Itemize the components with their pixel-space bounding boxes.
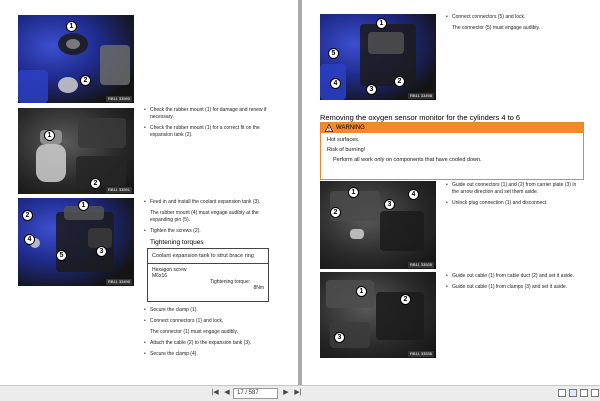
callout-2: 2 <box>394 76 405 87</box>
warning-bullet: Perform all work only on components that… <box>333 157 482 163</box>
step-guide-out-cable: Guide out cable (1) from cable duct (2) … <box>446 273 582 295</box>
step-check-rubber-mount: Check the rubber mount (1) for damage an… <box>144 107 270 143</box>
step-text: Guide out cable (1) from cable duct (2) … <box>446 273 582 280</box>
callout-3: 3 <box>96 246 107 257</box>
fullscreen-icon[interactable] <box>591 389 599 397</box>
callout-1: 1 <box>66 21 77 32</box>
document-page-right: 1 2 3 4 5 RB11 33498 Connect connectors … <box>302 0 600 386</box>
prev-page-button[interactable]: ◀ <box>222 388 232 398</box>
warning-label: WARNING <box>336 125 365 131</box>
warning-box: WARNING Hot surfaces. Risk of burning! P… <box>320 122 584 180</box>
callout-3: 3 <box>334 332 345 343</box>
step-text: Check the rubber mount (1) for damage an… <box>144 107 270 121</box>
step-text: Attach the cable (2) to the expansion ta… <box>144 340 270 347</box>
viewer-toolbar: |◀ ◀ 17 / 587 ▶ ▶| <box>0 385 600 401</box>
next-page-button[interactable]: ▶ <box>281 388 291 398</box>
torque-heading: Tightening torques <box>150 239 204 246</box>
callout-1: 1 <box>78 200 89 211</box>
photo-oxygen-sensor-connectors: 1 2 3 4 RB11 33535 <box>320 181 436 269</box>
step-text: Secure the clamp (4). <box>144 351 270 358</box>
document-page-left: 1 2 RB11 33590 1 2 RB11 33591 1 2 3 4 5 … <box>0 0 298 386</box>
step-text: Connect connectors (5) and lock. <box>446 14 582 21</box>
page-number-input[interactable]: 17 / 587 <box>233 388 278 399</box>
callout-3: 3 <box>366 84 377 95</box>
photo-cable-duct: 1 2 3 RB11 33536 <box>320 272 436 358</box>
callout-4: 4 <box>408 189 419 200</box>
callout-1: 1 <box>44 130 55 141</box>
callout-4: 4 <box>330 78 341 89</box>
step-text: Secure the clamp (1). <box>144 307 270 314</box>
callout-1: 1 <box>356 286 367 297</box>
step-text: Unlock plug connection (1) and disconnec… <box>446 200 582 207</box>
scroll-view-icon[interactable] <box>580 389 588 397</box>
photo-caption: RB11 33590 <box>106 96 132 102</box>
single-page-view-icon[interactable] <box>558 389 566 397</box>
warning-line: Hot surfaces. <box>327 137 360 143</box>
first-page-button[interactable]: |◀ <box>210 388 220 398</box>
photo-caption: RB11 33536 <box>408 351 434 357</box>
callout-3: 3 <box>384 199 395 210</box>
section-title: Removing the oxygen sensor monitor for t… <box>320 113 521 122</box>
callout-2: 2 <box>80 75 91 86</box>
torque-table-title: Coolant expansion tank to strut brace ri… <box>148 249 268 264</box>
warning-triangle-icon <box>325 124 333 132</box>
callout-1: 1 <box>376 18 387 29</box>
photo-coolant-tank-install: 1 2 3 4 5 RB11 33495 <box>18 198 134 286</box>
step-connect-connectors: Connect connectors (5) and lock. The con… <box>446 14 582 36</box>
torque-table: Coolant expansion tank to strut brace ri… <box>147 248 269 302</box>
two-page-view-icon[interactable] <box>569 389 577 397</box>
callout-5: 5 <box>328 48 339 59</box>
step-secure-clamps: Secure the clamp (1). Connect connectors… <box>144 307 270 362</box>
step-note: The rubber mount (4) must engage audibly… <box>150 210 259 223</box>
callout-2: 2 <box>22 210 33 221</box>
photo-caption: RB11 33495 <box>106 279 132 285</box>
photo-caption: RB11 33498 <box>408 93 434 99</box>
callout-2: 2 <box>400 294 411 305</box>
photo-expansion-tank: 1 2 RB11 33591 <box>18 108 134 194</box>
step-text: Tighten the screws (2). <box>144 228 270 235</box>
step-note: The connector (1) must engage audibly. <box>150 329 239 335</box>
step-note: The connector (5) must engage audibly. <box>452 25 541 31</box>
photo-rubber-mount: 1 2 RB11 33590 <box>18 15 134 103</box>
step-guide-out-connectors: Guide out connectors (1) and (2) from ca… <box>446 182 582 211</box>
step-install-tank: Feed in and install the coolant expansio… <box>144 199 270 239</box>
torque-value: 8Nm <box>253 285 264 291</box>
photo-caption: RB11 33535 <box>408 262 434 268</box>
step-text: Feed in and install the coolant expansio… <box>144 199 270 206</box>
step-text: Guide out cable (1) from clamps (3) and … <box>446 284 582 291</box>
photo-connectors: 1 2 3 4 5 RB11 33498 <box>320 14 436 100</box>
callout-1: 1 <box>348 187 359 198</box>
photo-caption: RB11 33591 <box>106 187 132 193</box>
warning-line: Risk of burning! <box>327 147 366 153</box>
callout-5: 5 <box>56 250 67 261</box>
callout-2: 2 <box>330 207 341 218</box>
callout-4: 4 <box>24 234 35 245</box>
step-text: Connect connectors (1) and lock. <box>144 318 270 325</box>
last-page-button[interactable]: ▶| <box>293 388 303 398</box>
step-text: Check the rubber mount (1) for a correct… <box>144 125 270 139</box>
step-text: Guide out connectors (1) and (2) from ca… <box>446 182 582 196</box>
callout-2: 2 <box>90 178 101 189</box>
warning-header: WARNING <box>321 123 583 133</box>
